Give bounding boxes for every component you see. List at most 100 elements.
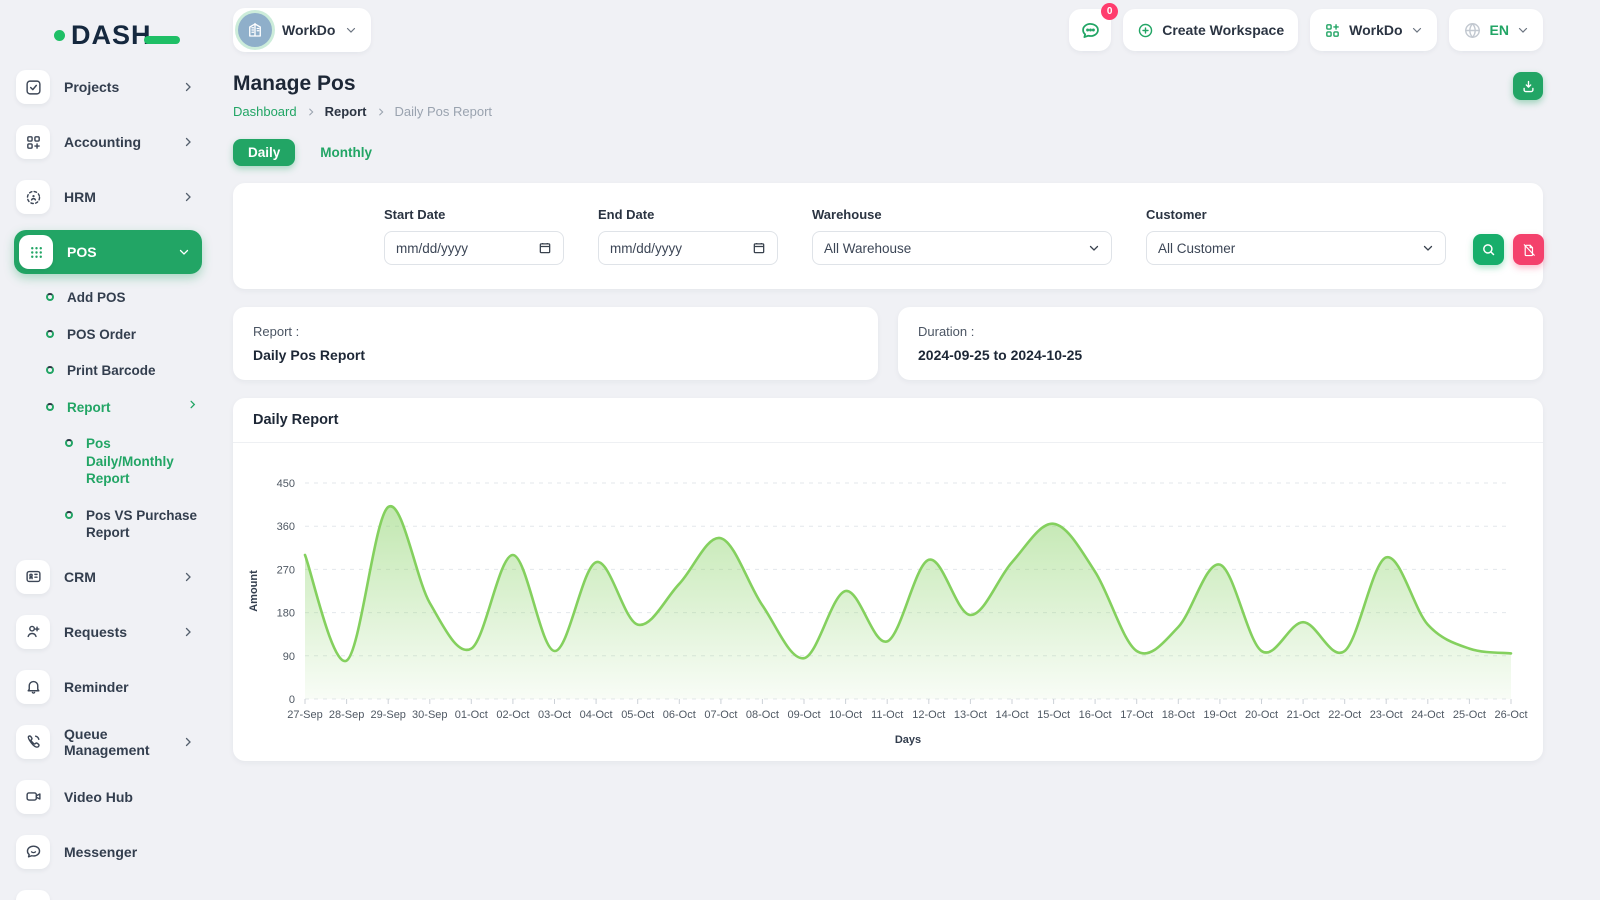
- svg-text:22-Oct: 22-Oct: [1328, 709, 1361, 721]
- video-camera-icon: [16, 780, 50, 814]
- svg-text:28-Sep: 28-Sep: [329, 709, 364, 721]
- sidebar-item-queue-management[interactable]: Queue Management: [14, 720, 202, 764]
- tab-monthly[interactable]: Monthly: [305, 139, 387, 166]
- customer-select[interactable]: All Customer: [1146, 231, 1446, 265]
- start-date-field-group: Start Date mm/dd/yyyy: [384, 207, 564, 265]
- sidebar-subitem-report[interactable]: Report: [42, 393, 202, 423]
- language-selector[interactable]: EN: [1449, 9, 1543, 51]
- chevron-right-icon: [182, 626, 194, 638]
- sidebar-item-video-hub[interactable]: Video Hub: [14, 775, 202, 819]
- chart-area: 09018027036045027-Sep28-Sep29-Sep30-Sep0…: [233, 443, 1543, 761]
- svg-text:21-Oct: 21-Oct: [1287, 709, 1320, 721]
- warehouse-select[interactable]: All Warehouse: [812, 231, 1112, 265]
- calendar-icon[interactable]: [538, 241, 552, 255]
- subitem-label: POS Order: [67, 326, 198, 344]
- breadcrumb-current: Daily Pos Report: [395, 104, 493, 119]
- svg-text:25-Oct: 25-Oct: [1453, 709, 1486, 721]
- svg-text:09-Oct: 09-Oct: [787, 709, 820, 721]
- subitem-label: Add POS: [67, 289, 198, 307]
- language-label: EN: [1490, 22, 1509, 38]
- svg-text:20-Oct: 20-Oct: [1245, 709, 1278, 721]
- sidebar-subitem-pos-vs-purchase-report[interactable]: Pos VS Purchase Report: [61, 501, 202, 548]
- clear-filter-button[interactable]: [1513, 234, 1544, 265]
- sidebar-item-reminder[interactable]: Reminder: [14, 665, 202, 709]
- sidebar-item-hrm[interactable]: HRM: [14, 175, 202, 219]
- messages-badge: 0: [1101, 3, 1118, 20]
- sidebar-item-helpdesk[interactable]: Helpdesk: [14, 885, 202, 900]
- sidebar-item-projects[interactable]: Projects: [14, 65, 202, 109]
- tab-daily[interactable]: Daily: [233, 139, 295, 166]
- duration-label: Duration :: [918, 324, 1523, 339]
- topbar: WorkDo 0 Create Workspace WorkDo: [233, 8, 1543, 52]
- chevron-right-icon: [182, 571, 194, 583]
- report-summary-card: Report : Daily Pos Report: [233, 307, 878, 380]
- workspace-selector[interactable]: WorkDo: [233, 8, 371, 52]
- user-plus-icon: [16, 615, 50, 649]
- page-header: Manage Pos Dashboard Report Daily Pos Re…: [233, 72, 1543, 119]
- daily-report-area-chart[interactable]: 09018027036045027-Sep28-Sep29-Sep30-Sep0…: [241, 459, 1529, 755]
- svg-text:03-Oct: 03-Oct: [538, 709, 571, 721]
- sidebar-item-label: Accounting: [64, 134, 168, 150]
- svg-text:29-Sep: 29-Sep: [370, 709, 405, 721]
- bullet-icon: [46, 293, 54, 301]
- chevron-down-icon: [1411, 24, 1423, 36]
- duration-value: 2024-09-25 to 2024-10-25: [918, 347, 1523, 363]
- download-report-button[interactable]: [1513, 72, 1543, 100]
- breadcrumb-report[interactable]: Report: [325, 104, 367, 119]
- start-date-label: Start Date: [384, 207, 564, 222]
- sidebar-subitem-pos-order[interactable]: POS Order: [42, 320, 202, 350]
- sidebar-subitem-print-barcode[interactable]: Print Barcode: [42, 356, 202, 386]
- svg-text:27-Sep: 27-Sep: [287, 709, 322, 721]
- subitem-label: Pos VS Purchase Report: [86, 507, 198, 542]
- start-date-input[interactable]: mm/dd/yyyy: [384, 231, 564, 265]
- report-period-tabs: Daily Monthly: [233, 139, 1543, 166]
- search-icon: [1481, 242, 1496, 257]
- sidebar-item-label: HRM: [64, 189, 168, 205]
- sidebar-item-label: POS: [67, 244, 164, 260]
- end-date-label: End Date: [598, 207, 778, 222]
- brand-logo[interactable]: DASH: [14, 14, 202, 65]
- bullet-icon: [46, 330, 54, 338]
- dots-grid-icon: [19, 235, 53, 269]
- workspace-avatar: [238, 13, 272, 47]
- main-content: WorkDo 0 Create Workspace WorkDo: [212, 0, 1600, 761]
- customer-field-group: Customer All Customer: [1146, 207, 1446, 265]
- sidebar-subitem-pos-daily-monthly-report[interactable]: Pos Daily/Monthly Report: [61, 429, 202, 494]
- svg-text:Days: Days: [895, 734, 921, 746]
- sidebar-item-label: Messenger: [64, 844, 194, 860]
- svg-text:23-Oct: 23-Oct: [1370, 709, 1403, 721]
- sidebar-item-messenger[interactable]: Messenger: [14, 830, 202, 874]
- workdo-menu-button[interactable]: WorkDo: [1310, 9, 1436, 51]
- topbar-actions: 0 Create Workspace WorkDo EN: [1069, 9, 1543, 51]
- end-date-input[interactable]: mm/dd/yyyy: [598, 231, 778, 265]
- svg-text:180: 180: [277, 608, 295, 620]
- sidebar-item-label: CRM: [64, 569, 168, 585]
- svg-text:90: 90: [283, 651, 295, 663]
- svg-text:11-Oct: 11-Oct: [871, 709, 903, 721]
- chevron-right-icon: [182, 736, 194, 748]
- grid-plus-icon: [1324, 22, 1341, 39]
- apply-filter-button[interactable]: [1473, 234, 1504, 265]
- messages-button[interactable]: 0: [1069, 9, 1111, 51]
- chevron-right-icon: [182, 81, 194, 93]
- sidebar-subitem-add-pos[interactable]: Add POS: [42, 283, 202, 313]
- globe-icon: [1463, 21, 1482, 40]
- svg-text:26-Oct: 26-Oct: [1494, 709, 1527, 721]
- sidebar-item-pos[interactable]: POS: [14, 230, 202, 274]
- sidebar-item-crm[interactable]: CRM: [14, 555, 202, 599]
- bullet-icon: [65, 439, 73, 447]
- breadcrumb: Dashboard Report Daily Pos Report: [233, 104, 492, 119]
- create-workspace-button[interactable]: Create Workspace: [1123, 9, 1298, 51]
- sidebar-item-accounting[interactable]: Accounting: [14, 120, 202, 164]
- calendar-icon[interactable]: [752, 241, 766, 255]
- breadcrumb-dashboard[interactable]: Dashboard: [233, 104, 297, 119]
- svg-text:15-Oct: 15-Oct: [1037, 709, 1070, 721]
- chevron-right-icon: [306, 107, 316, 117]
- warehouse-field-group: Warehouse All Warehouse: [812, 207, 1112, 265]
- chevron-right-icon: [182, 136, 194, 148]
- svg-text:17-Oct: 17-Oct: [1120, 709, 1153, 721]
- sidebar-item-requests[interactable]: Requests: [14, 610, 202, 654]
- svg-text:04-Oct: 04-Oct: [580, 709, 613, 721]
- chevron-right-icon: [187, 399, 198, 410]
- chevron-down-icon: [1422, 242, 1434, 254]
